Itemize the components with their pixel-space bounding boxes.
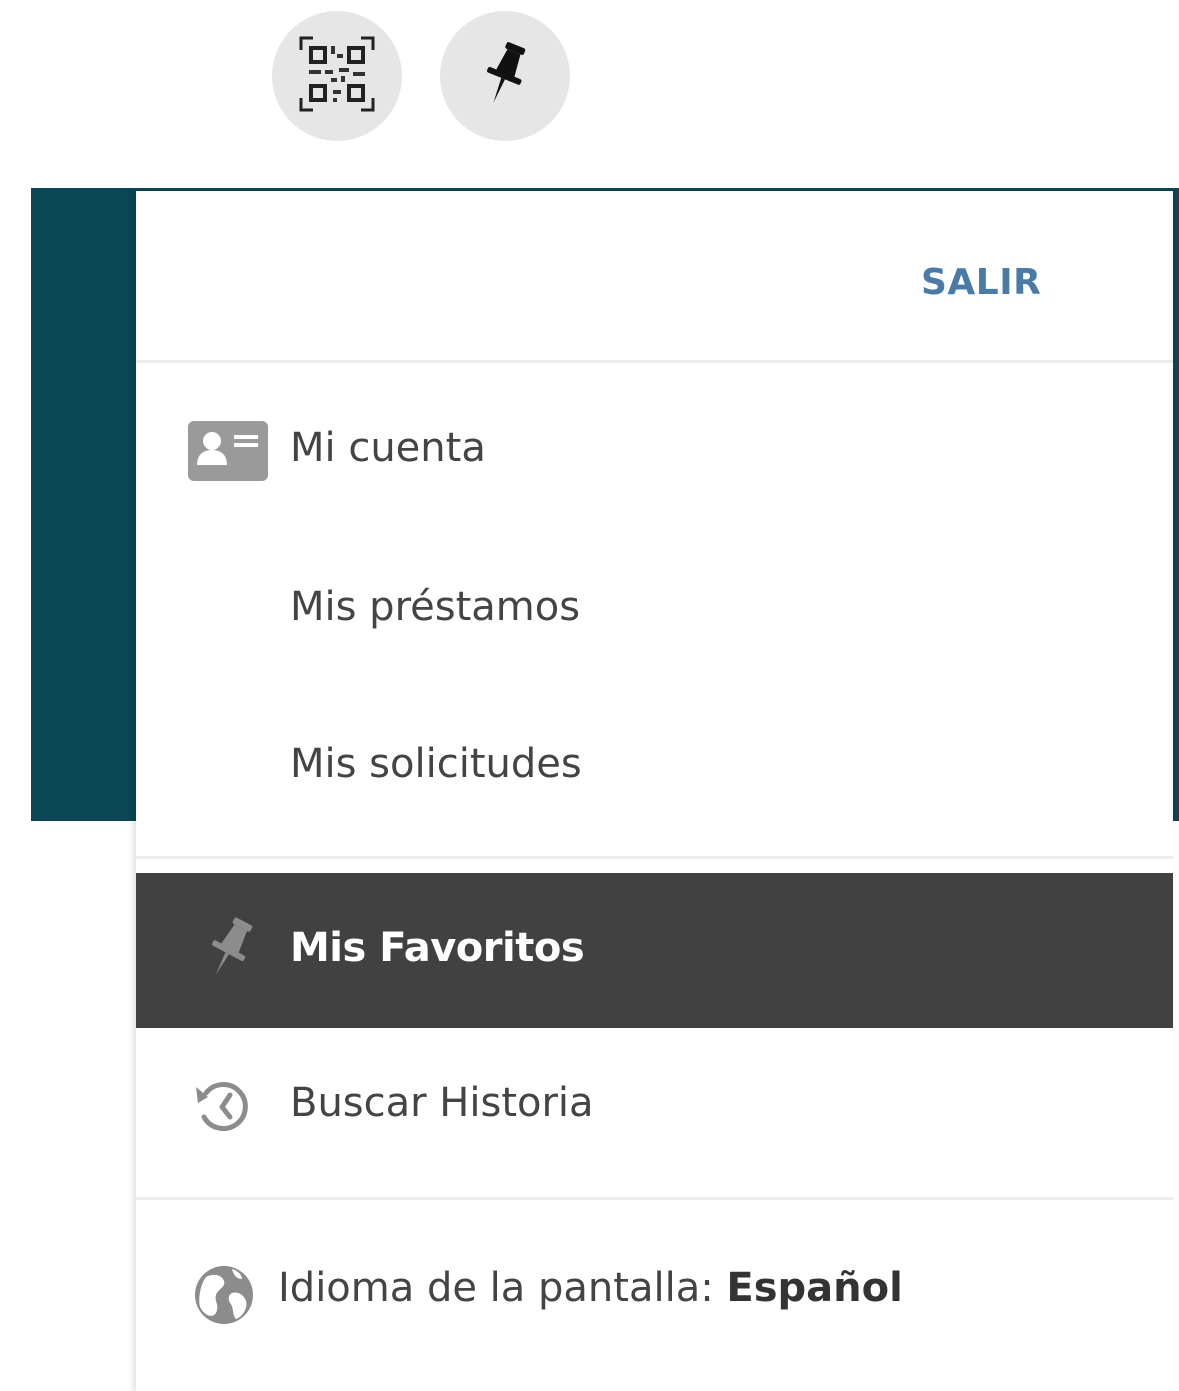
pushpin-icon xyxy=(475,39,535,113)
menu-item-label: Buscar Historia xyxy=(290,1080,594,1126)
menu-item-label: Mis Favoritos xyxy=(290,925,585,971)
menu-item-label: Mi cuenta xyxy=(290,425,486,471)
pin-button[interactable] xyxy=(440,11,570,141)
qr-code-button[interactable] xyxy=(272,11,402,141)
menu-item-my-account[interactable]: Mi cuenta xyxy=(136,379,1173,534)
menu-item-my-requests[interactable]: Mis solicitudes xyxy=(136,689,1173,844)
menu-item-label: Mis préstamos xyxy=(290,584,581,630)
account-card-icon xyxy=(188,421,268,481)
divider xyxy=(136,360,1173,363)
globe-icon xyxy=(192,1263,256,1327)
menu-item-my-loans[interactable]: Mis préstamos xyxy=(136,534,1173,689)
account-menu: SALIR Mi cuenta Mis préstamos Mis solici… xyxy=(136,191,1173,1391)
menu-item-search-history[interactable]: Buscar Historia xyxy=(136,1028,1173,1183)
language-selector[interactable]: Idioma de la pantalla: Español xyxy=(136,1213,1173,1368)
language-prefix: Idioma de la pantalla: xyxy=(278,1265,714,1311)
pushpin-icon xyxy=(200,916,260,980)
history-icon xyxy=(192,1079,260,1135)
language-label: Idioma de la pantalla: Español xyxy=(278,1265,903,1311)
divider xyxy=(136,856,1173,859)
menu-item-label: Mis solicitudes xyxy=(290,741,582,787)
menu-item-my-favorites[interactable]: Mis Favoritos xyxy=(136,873,1173,1028)
qr-code-icon xyxy=(297,34,377,118)
language-value: Español xyxy=(726,1265,903,1311)
divider xyxy=(136,1197,1173,1200)
logout-button[interactable]: SALIR xyxy=(921,262,1041,303)
